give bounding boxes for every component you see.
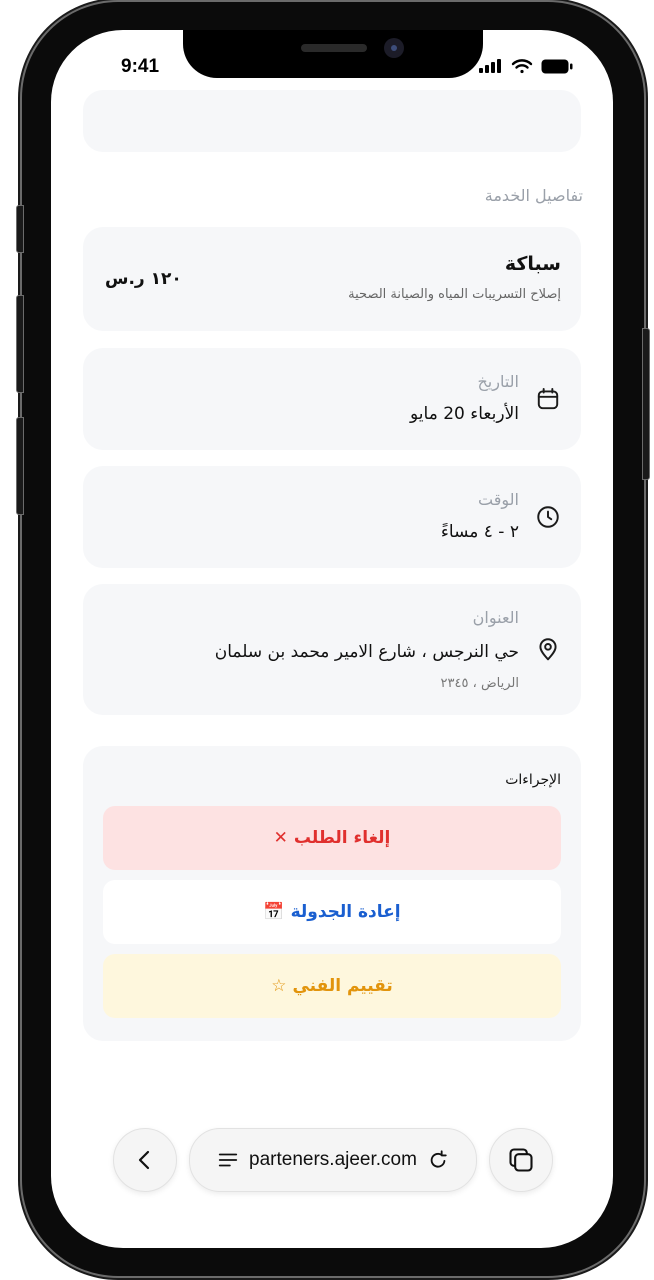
service-card: سباكة إصلاح التسريبات المياه والصيانة ال…	[83, 227, 581, 331]
time-value: ٢ - ٤ مساءً	[440, 522, 519, 542]
service-name: سباكة	[504, 253, 561, 275]
menu-lines-icon	[218, 1153, 238, 1167]
status-bar-icons	[479, 58, 573, 74]
service-price: ١٢٠ ر.س	[105, 269, 182, 289]
url-text: parteners.ajeer.com	[249, 1149, 417, 1170]
reload-icon[interactable]	[427, 1149, 449, 1171]
time-label: الوقت	[478, 490, 519, 509]
phone-volume-down-button	[16, 417, 24, 515]
address-label: العنوان	[472, 608, 519, 627]
front-camera	[384, 38, 404, 58]
address-line2: الرياض ، ٢٣٤٥	[440, 676, 519, 691]
time-card: الوقت ٢ - ٤ مساءً	[83, 466, 581, 568]
chevron-left-icon	[138, 1150, 150, 1170]
calendar-emoji-icon: 📅	[263, 902, 285, 922]
actions-card: الإجراءات إلغاء الطلب ✕ إعادة الجدولة 📅 …	[83, 746, 581, 1041]
rate-technician-button[interactable]: تقييم الفني ☆	[103, 954, 561, 1018]
phone-mute-switch	[16, 205, 24, 253]
star-icon: ☆	[271, 976, 287, 996]
tabs-button[interactable]	[489, 1128, 553, 1192]
date-label: التاريخ	[477, 372, 519, 391]
close-icon: ✕	[273, 828, 288, 848]
actions-title: الإجراءات	[505, 772, 561, 788]
calendar-icon	[537, 388, 559, 410]
back-button[interactable]	[113, 1128, 177, 1192]
date-card: التاريخ الأربعاء 20 مايو	[83, 348, 581, 450]
battery-icon	[541, 59, 573, 73]
address-line1: حي النرجس ، شارع الامير محمد بن سلمان	[214, 642, 519, 662]
reschedule-label: إعادة الجدولة	[290, 902, 401, 922]
location-pin-icon	[539, 638, 557, 661]
rate-technician-label: تقييم الفني	[292, 976, 393, 996]
tabs-icon	[509, 1148, 533, 1172]
section-title: تفاصيل الخدمة	[484, 186, 583, 205]
service-description: إصلاح التسريبات المياه والصيانة الصحية	[348, 287, 561, 302]
cellular-signal-icon	[479, 59, 501, 73]
page-content: تفاصيل الخدمة سباكة إصلاح التسريبات المي…	[51, 30, 613, 1248]
speaker-grille	[301, 44, 367, 52]
status-bar-time: 9:41	[121, 56, 160, 77]
phone-notch	[183, 30, 483, 78]
wifi-icon	[511, 59, 533, 74]
url-bar[interactable]: parteners.ajeer.com	[189, 1128, 477, 1192]
browser-toolbar: parteners.ajeer.com	[51, 1128, 613, 1208]
cancel-order-button[interactable]: إلغاء الطلب ✕	[103, 806, 561, 870]
date-value: الأربعاء 20 مايو	[410, 404, 519, 424]
phone-power-button	[642, 328, 650, 480]
reschedule-button[interactable]: إعادة الجدولة 📅	[103, 880, 561, 944]
phone-volume-up-button	[16, 295, 24, 393]
address-card: العنوان حي النرجس ، شارع الامير محمد بن …	[83, 584, 581, 715]
clock-icon	[537, 506, 559, 528]
cancel-order-label: إلغاء الطلب	[293, 828, 391, 848]
previous-card	[83, 90, 581, 152]
phone-screen: تفاصيل الخدمة سباكة إصلاح التسريبات المي…	[51, 30, 613, 1248]
